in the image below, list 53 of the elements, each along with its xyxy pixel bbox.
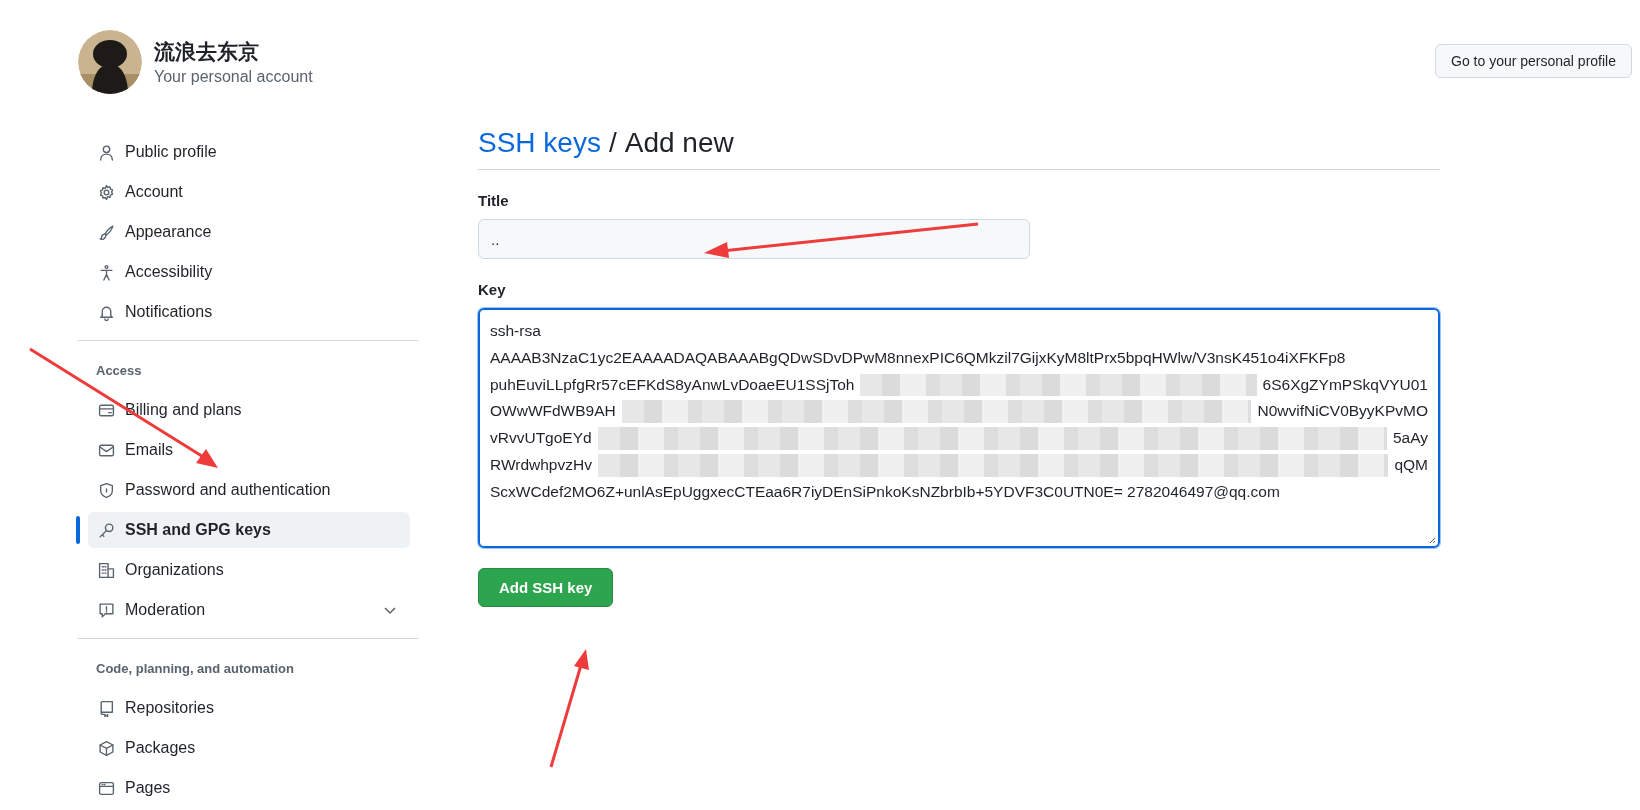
- active-indicator: [76, 516, 80, 544]
- field-label: Key: [478, 281, 507, 298]
- sidebar-item[interactable]: Billing and plans: [88, 392, 410, 428]
- mail-icon: [98, 441, 115, 459]
- section-heading: Access: [95, 362, 143, 380]
- field-label: Title: [478, 192, 510, 209]
- repository-icon: [98, 699, 115, 717]
- account-subtitle: Your personal account: [154, 68, 313, 86]
- key-text: AAAAB3NzaC1yc2EAAAADAQABAAABgQDwSDvDPwM8nnexPIC6QMkzil7GijxKyM8ltPrx5bpqHWlw/V3nsK451o4iXFKFp8: [490, 347, 1346, 368]
- sidebar-item[interactable]: Password and authentication: [88, 472, 410, 508]
- title-input[interactable]: ..: [478, 219, 1030, 259]
- key-text: 5aAy: [1392, 428, 1428, 449]
- key-text: vRvvUTgoEYd: [490, 428, 592, 449]
- sidebar-item[interactable]: Appearance: [88, 214, 410, 250]
- credit-card-icon: [98, 401, 115, 419]
- section-heading: Code, planning, and automation: [95, 660, 295, 678]
- speech-bubble-icon: [98, 601, 115, 619]
- sidebar-item[interactable]: Account: [88, 174, 410, 210]
- sidebar-item[interactable]: Accessibility: [88, 254, 410, 290]
- account-name: 流浪去东京: [154, 39, 260, 65]
- cube-icon: [98, 739, 115, 757]
- key-text: N0wvifNiCV0ByyKPvMO: [1257, 401, 1428, 422]
- key-text: 6S6XgZYmPSkqVYU01: [1262, 374, 1428, 395]
- key-text: puhEuviLLpfgRr57cEFKdS8yAnwLvDoaeEU1SSjToh: [490, 374, 855, 395]
- key-text: ScxWCdef2MO6Z+unlAsEpUggxecCTEaa6R7iyDEnSiPnkoKsNZbrbIb+5YDVF3C0UTN0E= 2782046497@qq.com: [490, 481, 1280, 502]
- key-text: ssh-rsa: [490, 321, 541, 341]
- sidebar-item[interactable]: Packages: [88, 730, 410, 766]
- sidebar-item[interactable]: Pages: [88, 770, 410, 806]
- key-icon: [98, 521, 115, 539]
- profile-button[interactable]: Go to your personal profile: [1435, 44, 1632, 78]
- key-text: RWrdwhpvzHv: [490, 455, 592, 475]
- sidebar-item[interactable]: Repositories: [88, 690, 410, 726]
- paintbrush-icon: [98, 223, 115, 241]
- avatar: [78, 30, 142, 94]
- key-text: qQM: [1394, 455, 1428, 475]
- gear-icon: [98, 183, 115, 201]
- key-textarea[interactable]: [478, 308, 1440, 548]
- sidebar-item[interactable]: Emails: [88, 432, 410, 468]
- sidebar-item[interactable]: Organizations: [88, 552, 410, 588]
- building-icon: [98, 561, 115, 579]
- page-title: Add new: [624, 127, 734, 159]
- sidebar-item[interactable]: Public profile: [88, 134, 410, 170]
- person-icon: [98, 143, 115, 161]
- accessibility-icon: [98, 263, 115, 281]
- shield-icon: [98, 481, 115, 499]
- breadcrumb-separator: /: [608, 127, 617, 159]
- breadcrumb-link[interactable]: SSH keys: [478, 127, 601, 159]
- key-text: OWwWFdWB9AH: [490, 401, 616, 422]
- bell-icon: [98, 303, 115, 321]
- sidebar-item[interactable]: Moderation: [88, 592, 410, 628]
- sidebar-item[interactable]: Notifications: [88, 294, 410, 330]
- resize-handle-icon: [1428, 536, 1436, 544]
- browser-window-icon: [98, 779, 115, 797]
